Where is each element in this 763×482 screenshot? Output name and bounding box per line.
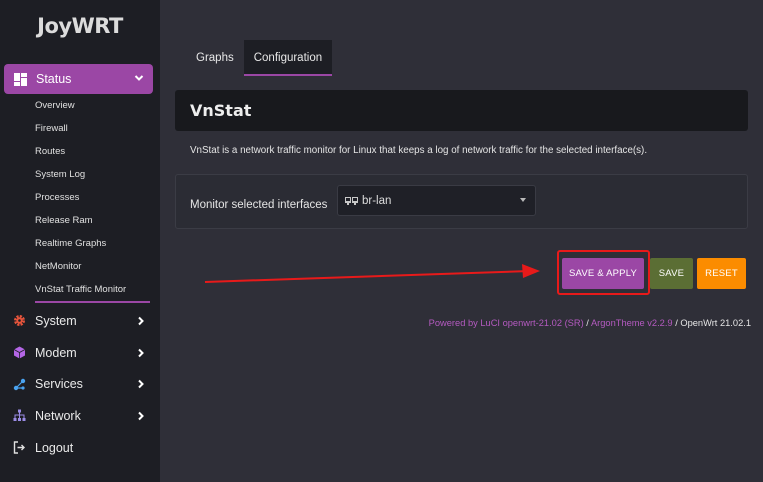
share-icon	[13, 378, 26, 391]
sidebar-menu: System Modem Services Network Logout	[0, 305, 160, 463]
tab-bar: Graphs Configuration	[186, 40, 333, 76]
sidebar-item-system-log[interactable]: System Log	[35, 165, 150, 188]
sidebar-item-label: Services	[35, 377, 83, 392]
chevron-right-icon	[136, 410, 146, 424]
gear-icon	[13, 314, 26, 327]
save-apply-button[interactable]: SAVE & APPLY	[562, 258, 644, 289]
sidebar-item-services[interactable]: Services	[0, 368, 160, 400]
sidebar-item-routes[interactable]: Routes	[35, 142, 150, 165]
sidebar-item-modem[interactable]: Modem	[0, 337, 160, 369]
sidebar-item-release-ram[interactable]: Release Ram	[35, 211, 150, 234]
sidebar-item-firewall[interactable]: Firewall	[35, 119, 150, 142]
sidebar-item-realtime-graphs[interactable]: Realtime Graphs	[35, 234, 150, 257]
openwrt-version: OpenWrt 21.02.1	[680, 318, 751, 328]
field-label: Monitor selected interfaces	[190, 199, 328, 211]
logo: JoyWRT	[37, 14, 123, 38]
sidebar-item-label: Status	[36, 72, 72, 86]
logout-icon	[13, 441, 26, 454]
page-title: VnStat	[175, 90, 748, 131]
sidebar-item-label: Modem	[35, 345, 77, 360]
reset-button[interactable]: RESET	[697, 258, 746, 289]
theme-link[interactable]: ArgonTheme v2.2.9	[591, 318, 673, 328]
selected-value: br-lan	[362, 194, 392, 207]
network-interface-icon	[345, 196, 359, 206]
chevron-right-icon	[136, 378, 146, 392]
page-description: VnStat is a network traffic monitor for …	[190, 145, 648, 156]
sitemap-icon	[13, 409, 26, 422]
sidebar-item-label: Network	[35, 408, 81, 423]
sidebar-item-label: Logout	[35, 440, 74, 455]
sidebar-item-logout[interactable]: Logout	[0, 432, 160, 464]
chevron-right-icon	[136, 347, 146, 361]
sidebar: JoyWRT Status Overview Firewall Routes S…	[0, 0, 160, 482]
footer: Powered by LuCI openwrt-21.02 (SR) / Arg…	[429, 318, 751, 328]
sidebar-item-status[interactable]: Status	[4, 64, 153, 94]
sidebar-item-vnstat[interactable]: VnStat Traffic Monitor	[35, 280, 150, 303]
sidebar-item-system[interactable]: System	[0, 305, 160, 337]
luci-link[interactable]: Powered by LuCI openwrt-21.02 (SR)	[429, 318, 584, 328]
status-submenu: Overview Firewall Routes System Log Proc…	[35, 96, 150, 303]
tab-graphs[interactable]: Graphs	[186, 40, 244, 76]
annotation-arrow	[204, 264, 540, 283]
chevron-down-icon	[134, 72, 144, 86]
caret-down-icon	[520, 198, 526, 202]
save-button[interactable]: SAVE	[650, 258, 693, 289]
tab-configuration[interactable]: Configuration	[243, 40, 333, 76]
interface-select[interactable]: br-lan	[337, 185, 536, 216]
cube-icon	[13, 346, 26, 359]
dashboard-icon	[14, 72, 27, 86]
chevron-right-icon	[136, 315, 146, 329]
sidebar-item-network[interactable]: Network	[0, 400, 160, 432]
sidebar-item-overview[interactable]: Overview	[35, 96, 150, 119]
sidebar-item-processes[interactable]: Processes	[35, 188, 150, 211]
sidebar-item-netmonitor[interactable]: NetMonitor	[35, 257, 150, 280]
footer-separator: /	[583, 318, 591, 328]
sidebar-item-label: System	[35, 313, 77, 328]
